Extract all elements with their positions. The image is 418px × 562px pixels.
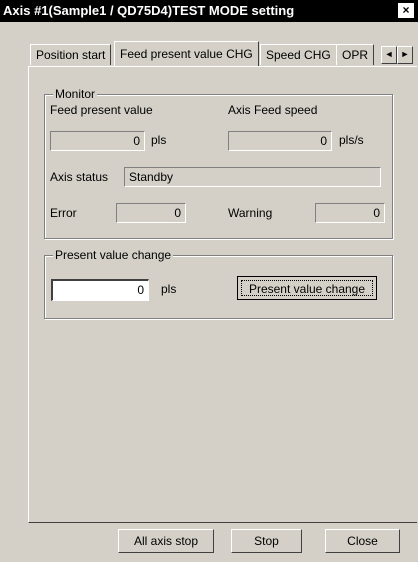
present-value-change-group: Present value change 0 pls Present value… <box>44 248 393 319</box>
tab-feed-present-value-chg[interactable]: Feed present value CHG <box>114 41 259 66</box>
axis-status-label: Axis status <box>50 170 109 184</box>
close-button[interactable]: Close <box>325 529 400 553</box>
monitor-group: Monitor Feed present value Axis Feed spe… <box>44 87 393 239</box>
axis-status-field: Standby <box>124 167 381 187</box>
close-icon[interactable]: × <box>398 3 414 18</box>
feed-present-value-field: 0 <box>50 131 145 151</box>
present-value-change-button-label: Present value change <box>241 280 373 296</box>
tab-scroll-left-icon[interactable]: ◄ <box>381 46 397 64</box>
error-field: 0 <box>116 203 186 223</box>
axis-feed-speed-value: 0 <box>320 134 327 148</box>
feed-present-value: 0 <box>133 134 140 148</box>
test-mode-dialog: Axis #1(Sample1 / QD75D4)TEST MODE setti… <box>0 0 418 562</box>
tab-scroll-right-icon[interactable]: ► <box>397 46 413 64</box>
window-title: Axis #1(Sample1 / QD75D4)TEST MODE setti… <box>3 3 295 18</box>
monitor-group-title: Monitor <box>53 87 98 101</box>
axis-feed-speed-field: 0 <box>228 131 332 151</box>
title-bar[interactable]: Axis #1(Sample1 / QD75D4)TEST MODE setti… <box>0 0 418 22</box>
tab-position-start[interactable]: Position start <box>30 44 112 65</box>
tab-speed-chg[interactable]: Speed CHG <box>260 44 337 65</box>
axis-feed-speed-label: Axis Feed speed <box>228 103 318 117</box>
error-label: Error <box>50 206 77 220</box>
stop-button[interactable]: Stop <box>231 529 302 553</box>
present-value-change-button[interactable]: Present value change <box>237 276 377 300</box>
present-value-unit: pls <box>161 282 177 296</box>
warning-value: 0 <box>373 206 380 220</box>
error-value: 0 <box>174 206 181 220</box>
tab-opr[interactable]: OPR <box>336 44 375 65</box>
axis-status-value: Standby <box>129 170 174 184</box>
axis-feed-speed-unit: pls/s <box>339 133 364 147</box>
feed-present-value-chg-panel: Monitor Feed present value Axis Feed spe… <box>28 66 417 523</box>
present-value-input-value: 0 <box>137 283 144 297</box>
feed-present-value-label: Feed present value <box>50 103 153 117</box>
warning-field: 0 <box>315 203 385 223</box>
feed-present-value-unit: pls <box>151 133 167 147</box>
present-value-input[interactable]: 0 <box>51 279 149 301</box>
all-axis-stop-button[interactable]: All axis stop <box>118 529 214 553</box>
present-value-change-group-title: Present value change <box>53 248 174 262</box>
warning-label: Warning <box>228 206 273 220</box>
